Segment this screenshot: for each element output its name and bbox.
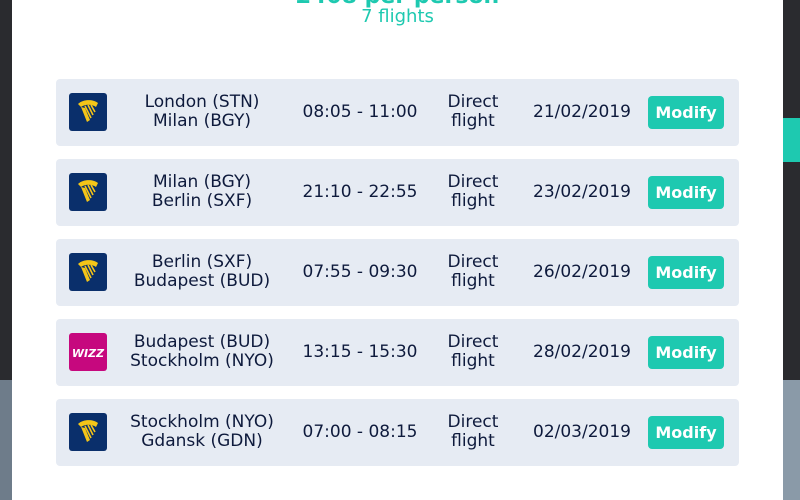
origin-airport: Budapest (BUD) [133, 332, 271, 352]
flight-stops: Direct flight [430, 173, 516, 211]
flight-list: London (STN) Milan (BGY) 08:05 - 11:00 Dire… [56, 79, 739, 479]
background-accent-right [783, 118, 800, 162]
flight-time: 07:55 - 09:30 [302, 262, 418, 282]
stops-line-2: flight [451, 351, 495, 371]
flight-row: Milan (BGY) Berlin (SXF) 21:10 - 22:55 Dire… [56, 159, 739, 226]
modify-button[interactable]: Modify [648, 256, 724, 289]
flight-count: 7 flights [361, 6, 434, 27]
stops-line-1: Direct [447, 332, 499, 352]
origin-airport: Milan (BGY) [152, 172, 252, 192]
wizz-air-logo-icon: WIZZ [69, 333, 107, 371]
stops-line-1: Direct [447, 252, 499, 272]
flight-stops: Direct flight [430, 253, 516, 291]
background-image-left [0, 380, 12, 500]
flight-time: 08:05 - 11:00 [302, 102, 418, 122]
destination-airport: Gdansk (GDN) [141, 431, 263, 451]
flight-time: 13:15 - 15:30 [302, 342, 418, 362]
flight-route: Berlin (SXF) Budapest (BUD) [126, 253, 278, 291]
flight-route: Stockholm (NYO) Gdansk (GDN) [126, 413, 278, 451]
flight-row: Stockholm (NYO) Gdansk (GDN) 07:00 - 08:15… [56, 399, 739, 466]
flight-date: 26/02/2019 [533, 262, 631, 282]
stops-line-2: flight [451, 271, 495, 291]
destination-airport: Milan (BGY) [152, 111, 252, 131]
modify-button[interactable]: Modify [648, 96, 724, 129]
flight-date: 23/02/2019 [533, 182, 631, 202]
flight-route: London (STN) Milan (BGY) [126, 93, 278, 131]
svg-text:WIZZ: WIZZ [72, 347, 105, 360]
ryanair-logo-icon [69, 173, 107, 211]
flight-row: WIZZ Budapest (BUD) Stockholm (NYO) 13:15 -… [56, 319, 739, 386]
flight-route: Budapest (BUD) Stockholm (NYO) [126, 333, 278, 371]
flight-date: 02/03/2019 [533, 422, 631, 442]
origin-airport: Berlin (SXF) [151, 252, 253, 272]
stops-line-1: Direct [447, 92, 499, 112]
flight-row: London (STN) Milan (BGY) 08:05 - 11:00 Dire… [56, 79, 739, 146]
background-image-right [783, 380, 800, 500]
destination-airport: Berlin (SXF) [151, 191, 253, 211]
flight-stops: Direct flight [430, 93, 516, 131]
modify-button[interactable]: Modify [648, 416, 724, 449]
ryanair-logo-icon [69, 413, 107, 451]
flight-time: 21:10 - 22:55 [302, 182, 418, 202]
stops-line-2: flight [451, 191, 495, 211]
flight-date: 21/02/2019 [533, 102, 631, 122]
origin-airport: Stockholm (NYO) [130, 412, 274, 432]
modify-button[interactable]: Modify [648, 176, 724, 209]
ryanair-logo-icon [69, 93, 107, 131]
ryanair-logo-icon [69, 253, 107, 291]
stops-line-1: Direct [447, 412, 499, 432]
destination-airport: Budapest (BUD) [133, 271, 271, 291]
flight-time: 07:00 - 08:15 [302, 422, 418, 442]
flight-row: Berlin (SXF) Budapest (BUD) 07:55 - 09:30 D… [56, 239, 739, 306]
flight-stops: Direct flight [430, 333, 516, 371]
flight-date: 28/02/2019 [533, 342, 631, 362]
flights-modal: £408 per person 7 flights London (STN)Mi… [12, 0, 783, 500]
modify-button[interactable]: Modify [648, 336, 724, 369]
destination-airport: Stockholm (NYO) [130, 351, 274, 371]
origin-airport: London (STN) [144, 92, 260, 112]
stops-line-1: Direct [447, 172, 499, 192]
flight-route: Milan (BGY) Berlin (SXF) [126, 173, 278, 211]
stops-line-2: flight [451, 111, 495, 131]
stops-line-2: flight [451, 431, 495, 451]
flight-stops: Direct flight [430, 413, 516, 451]
